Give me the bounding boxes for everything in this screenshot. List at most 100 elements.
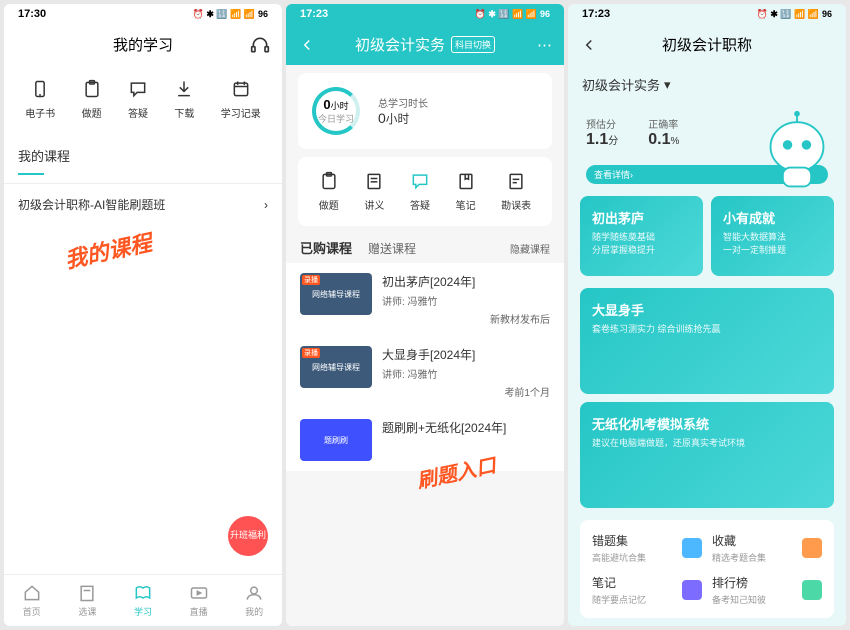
course-list: 录播网络辅导课程初出茅庐[2024年]讲师: 冯雅竹新教材发布后录播网络辅导课程… bbox=[286, 263, 564, 471]
course-item[interactable]: 录播网络辅导课程初出茅庐[2024年] 讲师: 冯雅竹新教材发布后 bbox=[286, 263, 564, 336]
hide-courses[interactable]: 隐藏课程 bbox=[510, 241, 550, 256]
qa-icon bbox=[128, 79, 148, 99]
tool-icon bbox=[682, 580, 702, 600]
download-action[interactable]: 下载 bbox=[174, 79, 194, 120]
quick-actions: 电子书做题答疑下载学习记录 bbox=[4, 65, 282, 134]
download-icon bbox=[174, 79, 194, 99]
ebook-icon bbox=[30, 79, 50, 99]
subject-dropdown[interactable]: 初级会计实务▾ bbox=[582, 75, 832, 94]
card-title: 大显身手 bbox=[592, 300, 822, 319]
qa-icon bbox=[410, 171, 430, 191]
lecture-action[interactable]: 讲义 bbox=[364, 171, 384, 212]
record-action[interactable]: 学习记录 bbox=[221, 79, 261, 120]
phone-title-page: 17:23 ⏰ ✱ 🔢 📶 📶 96 初级会计职称 初级会计实务▾ 预估分1.1… bbox=[568, 4, 846, 626]
card-title: 无纸化机考模拟系统 bbox=[592, 414, 822, 433]
tool-icon bbox=[682, 538, 702, 558]
nav-study[interactable]: 学习 bbox=[133, 583, 153, 618]
phone-course-detail: 17:23 ⏰ ✱ 🔢 📶 📶 96 初级会计实务 科目切换 ⋯ 0小时 今日学… bbox=[286, 4, 564, 626]
status-icons: ⏰ ✱ 🔢 📶 📶 96 bbox=[193, 9, 268, 20]
course-teacher: 讲师: 冯雅竹 bbox=[382, 293, 550, 308]
total-value: 0小时 bbox=[378, 110, 428, 127]
back-button[interactable] bbox=[580, 36, 598, 54]
notes-action[interactable]: 笔记 bbox=[456, 171, 476, 212]
tool-title: 错题集 bbox=[592, 532, 676, 549]
course-title: 题刷刷+无纸化[2024年] bbox=[382, 419, 550, 436]
page-title: 我的学习 bbox=[113, 34, 173, 55]
tool-错题集[interactable]: 错题集高能避坑合集 bbox=[592, 532, 702, 564]
tool-title: 笔记 bbox=[592, 574, 676, 591]
tool-title: 收藏 bbox=[712, 532, 796, 549]
status-icons: ⏰ ✱ 🔢 📶 📶 96 bbox=[757, 9, 832, 20]
lecture-icon bbox=[364, 171, 384, 191]
card-sub: 建议在电脑端做题，还原真实考试环境 bbox=[592, 437, 822, 450]
tool-收藏[interactable]: 收藏精选考题合集 bbox=[712, 532, 822, 564]
status-bar: 17:23 ⏰ ✱ 🔢 📶 📶 96 bbox=[286, 4, 564, 24]
status-bar: 17:23 ⏰ ✱ 🔢 📶 📶 96 bbox=[568, 4, 846, 24]
course-actions: 做题讲义答疑笔记勘误表 bbox=[298, 157, 552, 226]
robot-icon bbox=[758, 109, 836, 194]
study-stats: 0小时 今日学习 总学习时长 0小时 bbox=[298, 73, 552, 149]
course-item[interactable]: 题刷刷题刷刷+无纸化[2024年] bbox=[286, 409, 564, 471]
select-icon bbox=[77, 583, 97, 603]
qa-action[interactable]: 答疑 bbox=[410, 171, 430, 212]
tool-icon bbox=[802, 538, 822, 558]
qa-action[interactable]: 答疑 bbox=[128, 79, 148, 120]
status-time: 17:30 bbox=[18, 8, 46, 20]
tab-gift[interactable]: 赠送课程 bbox=[368, 240, 416, 257]
nav-live[interactable]: 直播 bbox=[189, 583, 209, 618]
course-name: 初级会计职称-AI智能刷题班 bbox=[18, 196, 165, 213]
page-header: 初级会计实务 科目切换 ⋯ bbox=[286, 24, 564, 65]
practice-action[interactable]: 做题 bbox=[82, 79, 102, 120]
back-button[interactable] bbox=[298, 36, 316, 54]
ebook-action[interactable]: 电子书 bbox=[25, 79, 55, 120]
course-item[interactable]: 录播网络辅导课程大显身手[2024年] 讲师: 冯雅竹考前1个月 bbox=[286, 336, 564, 409]
tool-sub: 备考知己知彼 bbox=[712, 593, 796, 606]
nav-home[interactable]: 首页 bbox=[22, 583, 42, 618]
page-header: 我的学习 bbox=[4, 24, 282, 65]
tool-grid: 错题集高能避坑合集收藏精选考题合集笔记随学要点记忆排行榜备考知己知彼 bbox=[580, 520, 834, 618]
feature-card[interactable]: 初出茅庐随学随练奠基础分层掌握稳提升 bbox=[580, 196, 703, 276]
tool-笔记[interactable]: 笔记随学要点记忆 bbox=[592, 574, 702, 606]
status-time: 17:23 bbox=[300, 8, 328, 20]
course-title: 初出茅庐[2024年] bbox=[382, 273, 550, 290]
accuracy-value: 0.1% bbox=[648, 131, 679, 149]
card-sub: 智能大数据算法一对一定制推题 bbox=[723, 231, 822, 256]
total-label: 总学习时长 bbox=[378, 95, 428, 110]
tool-title: 排行榜 bbox=[712, 574, 796, 591]
course-meta: 新教材发布后 bbox=[490, 311, 550, 326]
course-thumb: 录播网络辅导课程 bbox=[300, 346, 372, 388]
errata-action[interactable]: 勘误表 bbox=[501, 171, 531, 212]
card-dxss[interactable]: 大显身手 套卷练习测实力 综合训练抢先赢 bbox=[580, 288, 834, 394]
tab-purchased[interactable]: 已购课程 bbox=[300, 238, 352, 257]
card-title: 初出茅庐 bbox=[592, 208, 691, 227]
course-teacher: 讲师: 冯雅竹 bbox=[382, 366, 550, 381]
est-score-value: 1.1分 bbox=[586, 131, 618, 149]
subject-switch[interactable]: 科目切换 bbox=[451, 36, 495, 53]
course-item[interactable]: 初级会计职称-AI智能刷题班 › bbox=[4, 183, 282, 225]
course-meta: 考前1个月 bbox=[504, 384, 550, 399]
card-mock-exam[interactable]: 无纸化机考模拟系统 建议在电脑端做题，还原真实考试环境 bbox=[580, 402, 834, 508]
chevron-down-icon: ▾ bbox=[664, 77, 671, 93]
study-icon bbox=[133, 583, 153, 603]
errata-icon bbox=[506, 171, 526, 191]
nav-mine[interactable]: 我的 bbox=[244, 583, 264, 618]
course-tabs: 已购课程 赠送课程 隐藏课程 bbox=[286, 226, 564, 263]
course-thumb: 录播网络辅导课程 bbox=[300, 273, 372, 315]
headset-icon[interactable] bbox=[250, 35, 270, 55]
more-icon[interactable]: ⋯ bbox=[537, 36, 552, 54]
mine-icon bbox=[244, 583, 264, 603]
course-title: 大显身手[2024年] bbox=[382, 346, 550, 363]
nav-select[interactable]: 选课 bbox=[77, 583, 97, 618]
practice-action[interactable]: 做题 bbox=[319, 171, 339, 212]
status-bar: 17:30 ⏰ ✱ 🔢 📶 📶 96 bbox=[4, 4, 282, 24]
notes-icon bbox=[456, 171, 476, 191]
card-sub: 套卷练习测实力 综合训练抢先赢 bbox=[592, 323, 822, 336]
section-title: 我的课程 bbox=[4, 134, 282, 173]
tool-排行榜[interactable]: 排行榜备考知己知彼 bbox=[712, 574, 822, 606]
feature-card[interactable]: 小有成就智能大数据算法一对一定制推题 bbox=[711, 196, 834, 276]
card-title: 小有成就 bbox=[723, 208, 822, 227]
tool-icon bbox=[802, 580, 822, 600]
annotation-stamp: 我的课程 bbox=[62, 225, 155, 275]
upgrade-fab[interactable]: 升班福利 bbox=[228, 516, 268, 556]
course-thumb: 题刷刷 bbox=[300, 419, 372, 461]
